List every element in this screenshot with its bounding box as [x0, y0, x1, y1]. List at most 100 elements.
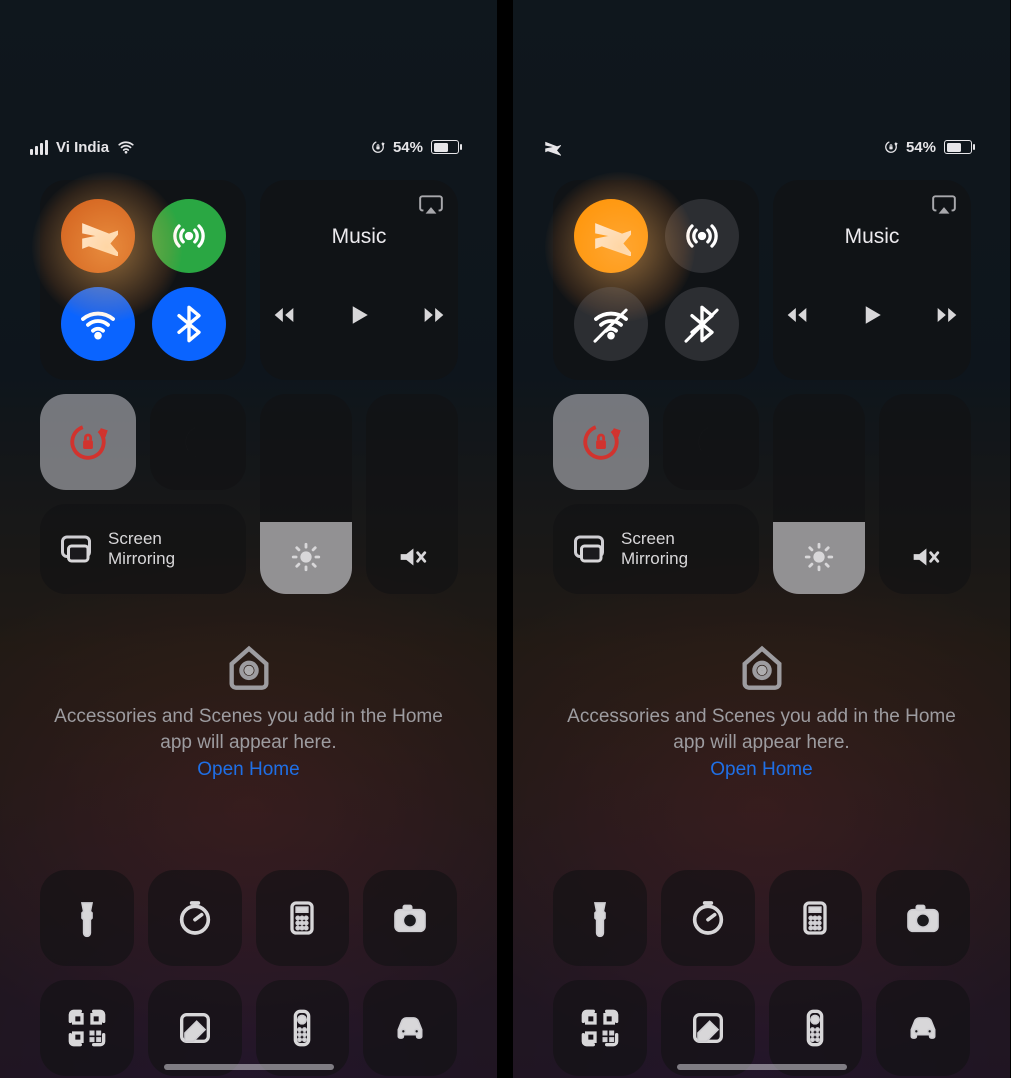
camera-button[interactable] — [363, 870, 457, 966]
cellular-data-toggle[interactable] — [152, 199, 226, 273]
wifi-icon — [78, 304, 118, 344]
timer-button[interactable] — [148, 870, 242, 966]
home-indicator[interactable] — [677, 1064, 847, 1070]
carrier-label: Vi India — [56, 139, 109, 156]
phone-left: Vi India 54% Music — [0, 0, 497, 1078]
carplay-button[interactable] — [363, 980, 457, 1076]
home-indicator[interactable] — [164, 1064, 334, 1070]
carplay-button[interactable] — [876, 980, 970, 1076]
screen-mirroring-label: ScreenMirroring — [621, 529, 688, 568]
calculator-button[interactable] — [769, 870, 863, 966]
phone-right: 54% Music S — [513, 0, 1010, 1078]
brightness-slider[interactable] — [773, 394, 865, 594]
home-message: Accessories and Scenes you add in the Ho… — [40, 704, 457, 755]
media-back-button[interactable] — [270, 301, 298, 334]
volume-mute-icon — [395, 540, 429, 574]
airplane-mode-toggle[interactable] — [574, 199, 648, 273]
screen-mirroring-button[interactable]: ScreenMirroring — [40, 504, 246, 594]
timer-button[interactable] — [661, 870, 755, 966]
play-icon — [857, 300, 887, 330]
moon-icon — [177, 421, 219, 463]
airplane-mode-toggle[interactable] — [61, 199, 135, 273]
volume-slider[interactable] — [366, 394, 458, 594]
orientation-lock-icon — [67, 421, 109, 463]
apple-tv-remote-button[interactable] — [256, 980, 350, 1076]
remote-icon — [282, 1008, 322, 1048]
cellular-data-toggle[interactable] — [665, 199, 739, 273]
media-back-button[interactable] — [783, 301, 811, 334]
calculator-button[interactable] — [256, 870, 350, 966]
control-center: Music ScreenMirroring — [40, 180, 457, 594]
wifi-status-icon — [117, 138, 135, 156]
backward-icon — [783, 301, 811, 329]
brightness-icon — [289, 540, 323, 574]
camera-icon — [903, 898, 943, 938]
bluetooth-off-icon — [682, 304, 722, 344]
car-icon — [903, 1008, 943, 1048]
media-play-button[interactable] — [344, 300, 374, 335]
airplay-icon[interactable] — [931, 192, 957, 218]
camera-icon — [390, 898, 430, 938]
home-icon — [736, 640, 788, 692]
battery-icon — [431, 140, 459, 154]
media-platter[interactable]: Music — [260, 180, 458, 380]
note-icon — [688, 1008, 728, 1048]
note-icon — [175, 1008, 215, 1048]
remote-icon — [795, 1008, 835, 1048]
orientation-lock-icon — [580, 421, 622, 463]
do-not-disturb-toggle[interactable] — [150, 394, 246, 490]
shortcuts-grid — [40, 870, 457, 1076]
battery-percent: 54% — [906, 139, 936, 156]
qr-scanner-button[interactable] — [40, 980, 134, 1076]
orientation-lock-toggle[interactable] — [553, 394, 649, 490]
volume-slider[interactable] — [879, 394, 971, 594]
notes-button[interactable] — [661, 980, 755, 1076]
cellular-signal-icon — [30, 140, 48, 155]
airplay-icon[interactable] — [418, 192, 444, 218]
apple-tv-remote-button[interactable] — [769, 980, 863, 1076]
flashlight-button[interactable] — [553, 870, 647, 966]
screen-mirroring-button[interactable]: ScreenMirroring — [553, 504, 759, 594]
notes-button[interactable] — [148, 980, 242, 1076]
wifi-off-icon — [591, 304, 631, 344]
status-bar: Vi India 54% — [0, 132, 497, 162]
open-home-link[interactable]: Open Home — [710, 759, 812, 781]
brightness-icon — [802, 540, 836, 574]
qr-icon — [67, 1008, 107, 1048]
flashlight-button[interactable] — [40, 870, 134, 966]
qr-scanner-button[interactable] — [553, 980, 647, 1076]
orientation-lock-status-icon — [884, 140, 898, 154]
wifi-toggle[interactable] — [574, 287, 648, 361]
flashlight-icon — [67, 898, 107, 938]
cellular-icon — [169, 216, 209, 256]
timer-icon — [688, 898, 728, 938]
bluetooth-icon — [169, 304, 209, 344]
media-play-button[interactable] — [857, 300, 887, 335]
status-bar: 54% — [513, 132, 1010, 162]
forward-icon — [420, 301, 448, 329]
connectivity-platter[interactable] — [40, 180, 246, 380]
control-center: Music ScreenMirroring — [553, 180, 970, 594]
orientation-lock-status-icon — [371, 140, 385, 154]
wifi-toggle[interactable] — [61, 287, 135, 361]
brightness-slider[interactable] — [260, 394, 352, 594]
media-forward-button[interactable] — [420, 301, 448, 334]
play-icon — [344, 300, 374, 330]
screen-mirroring-label: ScreenMirroring — [108, 529, 175, 568]
connectivity-platter[interactable] — [553, 180, 759, 380]
volume-mute-icon — [908, 540, 942, 574]
bluetooth-toggle[interactable] — [152, 287, 226, 361]
camera-button[interactable] — [876, 870, 970, 966]
moon-icon — [690, 421, 732, 463]
open-home-link[interactable]: Open Home — [197, 759, 299, 781]
screen-mirroring-icon — [58, 531, 94, 567]
timer-icon — [175, 898, 215, 938]
calculator-icon — [282, 898, 322, 938]
do-not-disturb-toggle[interactable] — [663, 394, 759, 490]
bluetooth-toggle[interactable] — [665, 287, 739, 361]
airplane-icon — [78, 216, 118, 256]
screen-mirroring-icon — [571, 531, 607, 567]
orientation-lock-toggle[interactable] — [40, 394, 136, 490]
media-forward-button[interactable] — [933, 301, 961, 334]
media-platter[interactable]: Music — [773, 180, 971, 380]
